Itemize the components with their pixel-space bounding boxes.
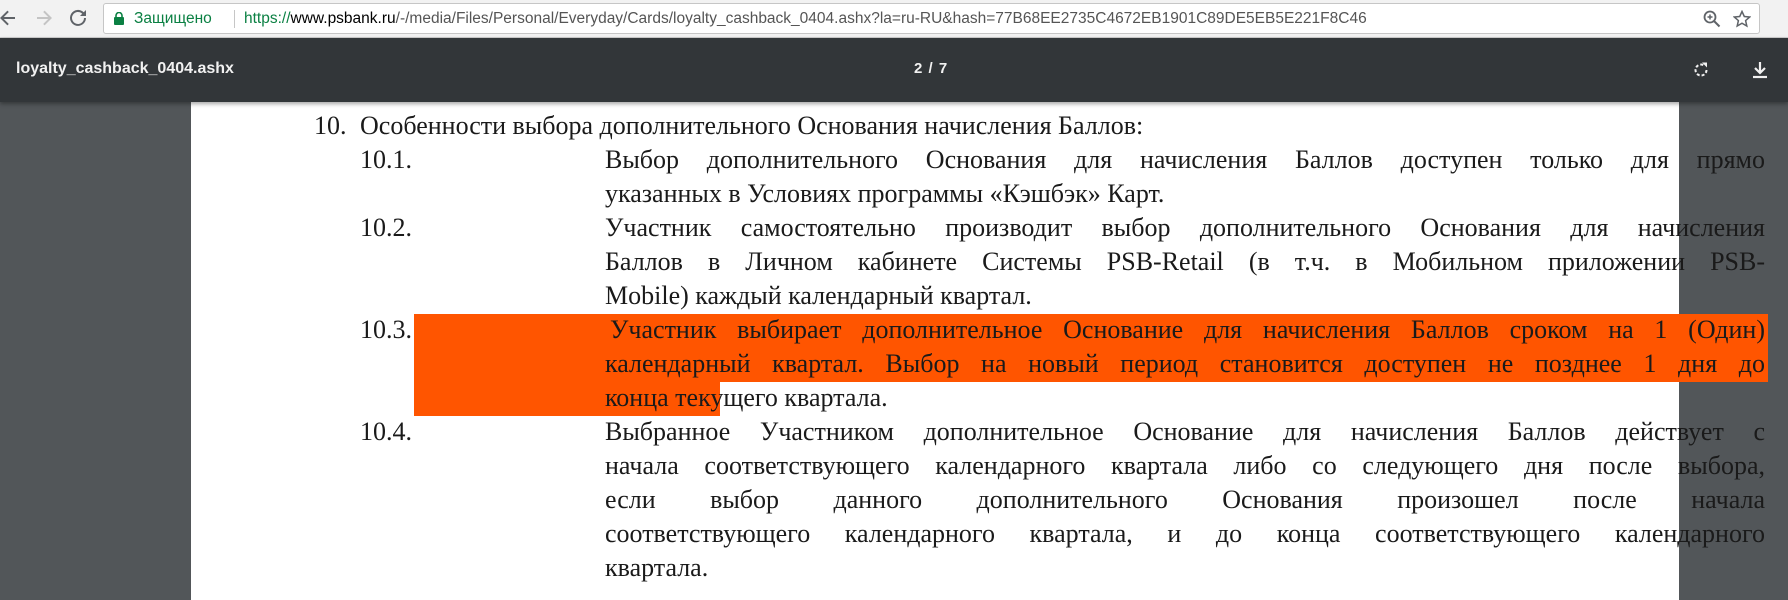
url-text[interactable]: https://www.psbank.ru/-/media/Files/Pers… — [244, 10, 1367, 28]
pdf-page: 10. Особенности выбора дополнительного О… — [191, 80, 1768, 600]
browser-toolbar: Защищено https://www.psbank.ru/-/media/F… — [0, 0, 1788, 38]
pdf-viewer-toolbar: loyalty_cashback_0404.ashx 2 / 7 — [0, 38, 1788, 102]
item-line-highlighted[interactable]: конца текущего квартала. — [605, 381, 1765, 415]
item-number: 10.3. — [360, 315, 412, 344]
item-line: Выбор дополнительного Основания для начи… — [605, 145, 1765, 174]
zoom-icon[interactable] — [1701, 8, 1723, 30]
rotate-icon[interactable] — [1687, 56, 1715, 84]
section-number: 10. — [314, 111, 347, 140]
lock-icon — [114, 12, 124, 25]
download-icon[interactable] — [1746, 56, 1774, 84]
item-number: 10.2. — [360, 213, 412, 242]
back-icon[interactable] — [0, 4, 22, 32]
item-line-highlighted[interactable]: календарный квартал. Выбор на новый пери… — [605, 347, 1765, 381]
item-number: 10.4. — [360, 417, 412, 446]
bookmark-star-icon[interactable] — [1731, 8, 1753, 30]
item-line: Участник самостоятельно производит выбор… — [605, 213, 1765, 242]
document-title: loyalty_cashback_0404.ashx — [16, 60, 234, 77]
page-indicator[interactable]: 2 / 7 — [914, 60, 948, 77]
url-host: www.psbank.ru — [290, 10, 396, 27]
item-line: соответствующего календарного квартала, … — [605, 519, 1765, 548]
omnibox-divider — [234, 10, 235, 28]
item-number: 10.1. — [360, 145, 412, 174]
address-bar[interactable]: Защищено https://www.psbank.ru/-/media/F… — [103, 3, 1760, 34]
item-line-highlighted[interactable]: Участник выбирает дополнительное Основан… — [610, 313, 1765, 347]
item-line: Mobile) каждый календарный квартал. — [605, 281, 1032, 310]
forward-icon[interactable] — [30, 4, 58, 32]
item-line: квартала. — [605, 553, 709, 582]
item-line: если выбор данного дополнительного Основ… — [605, 485, 1765, 514]
url-path: /-/media/Files/Personal/Everyday/Cards/l… — [395, 10, 1367, 27]
secure-label[interactable]: Защищено — [134, 10, 212, 28]
reload-icon[interactable] — [64, 4, 92, 32]
item-line: Выбранное Участником дополнительное Осно… — [605, 417, 1765, 446]
section-heading: Особенности выбора дополнительного Основ… — [360, 111, 1144, 140]
item-line: начала соответствующего календарного ква… — [605, 451, 1765, 480]
url-scheme: https:// — [244, 10, 291, 27]
item-line: указанных в Условиях программы «Кэшбэк» … — [605, 179, 1165, 208]
item-line: Баллов в Личном кабинете Системы PSB-Ret… — [605, 247, 1765, 276]
